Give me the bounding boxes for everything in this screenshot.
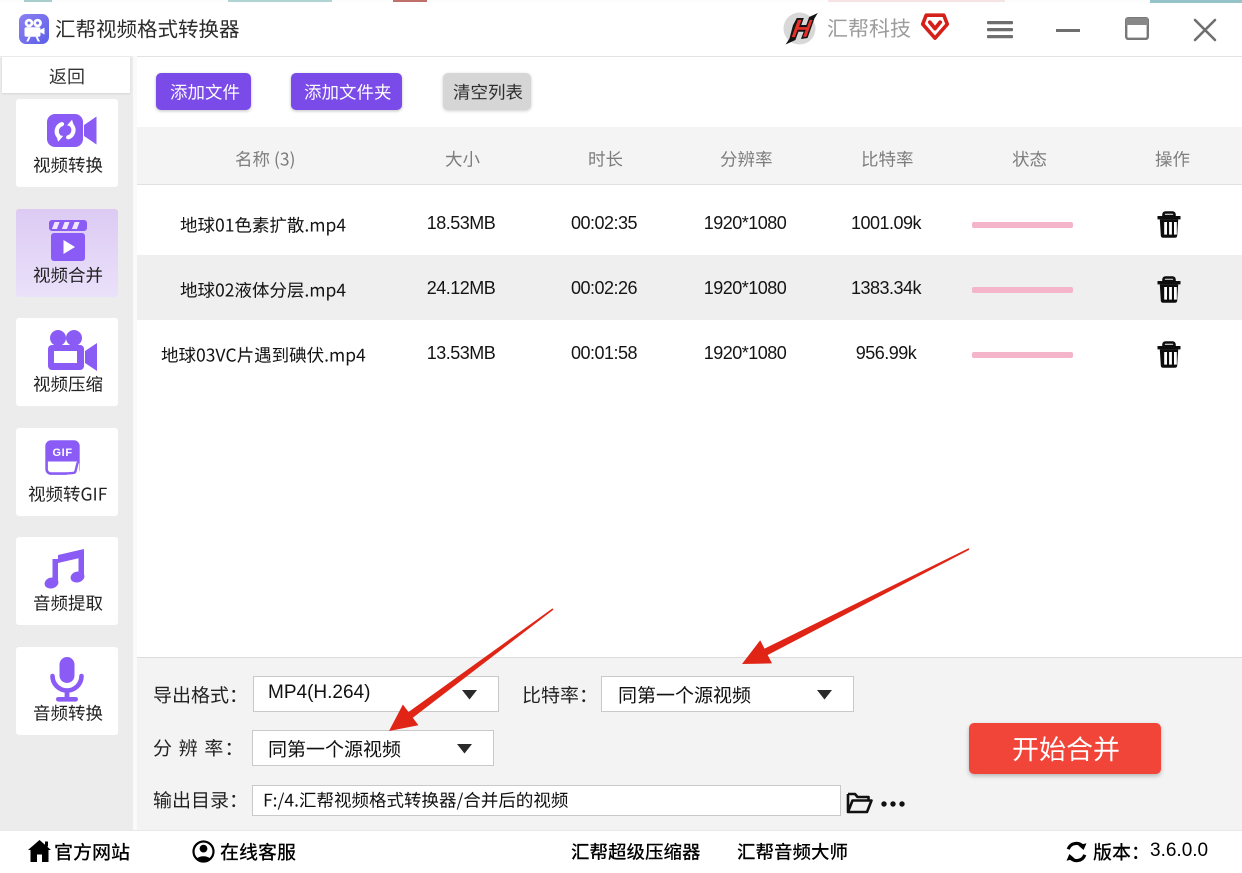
svg-text:GIF: GIF bbox=[53, 446, 73, 458]
